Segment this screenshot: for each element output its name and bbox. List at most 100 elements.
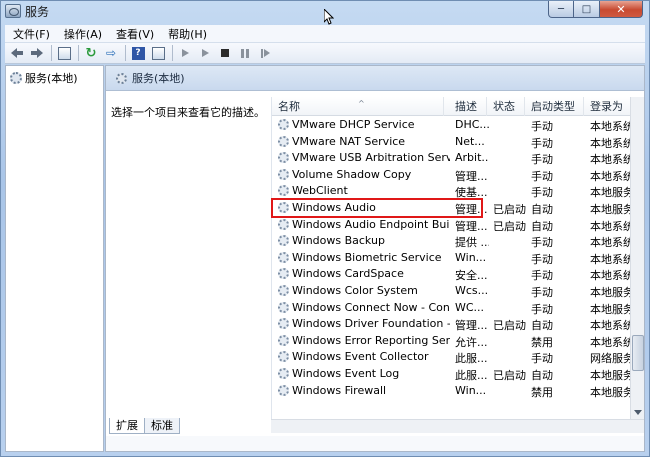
menu-view[interactable]: 查看(V) [108,26,160,42]
service-description: Wcs... [455,283,489,297]
restart-service-icon[interactable] [257,45,273,61]
service-startup-type: 自动 [531,319,553,333]
service-logon-as: 本地系统 [590,252,634,266]
scrollbar-thumb[interactable] [632,335,644,371]
service-name-cell: Windows Color System [278,284,450,297]
service-startup-type: 禁用 [531,335,553,349]
service-name-cell: Windows Event Log [278,367,450,380]
vertical-scrollbar[interactable] [630,97,644,419]
service-gear-icon [278,367,289,379]
service-status: 已启动 [493,202,526,216]
service-name: Windows Error Reporting Service [292,333,450,347]
column-header-description[interactable]: 描述 [449,97,487,116]
service-gear-icon [278,334,289,346]
service-startup-type: 手动 [531,352,553,366]
service-startup-type: 禁用 [531,385,553,399]
column-header-logon-as[interactable]: 登录为 [584,97,632,116]
pane-header-title: 服务(本地) [132,72,185,85]
help-icon[interactable]: ? [130,45,146,61]
service-status: 已启动 [493,219,526,233]
service-name: Windows Backup [292,234,385,248]
close-button[interactable]: ✕ [600,1,643,18]
start-service-alt-icon[interactable] [197,45,213,61]
pane-header: 服务(本地) [106,66,644,91]
service-name: Windows Firewall [292,383,387,397]
stop-service-icon[interactable] [217,45,233,61]
service-row[interactable]: Windows CardSpace 安全... 手动 本地系统 [272,266,634,283]
service-gear-icon [278,284,289,296]
service-name: VMware DHCP Service [292,118,415,131]
service-description: Win... [455,250,487,264]
service-description: 管理... [455,219,488,233]
service-name-cell: VMware DHCP Service [278,118,450,131]
service-startup-type: 手动 [531,269,553,283]
tab-extended[interactable]: 扩展 [109,418,145,434]
service-name-cell: Windows Audio Endpoint Builder [278,218,450,231]
service-name: Windows Connect Now - Config... [292,300,450,314]
start-service-icon[interactable] [177,45,193,61]
horizontal-scrollbar[interactable] [271,419,644,433]
column-header-name[interactable]: 名称 ^ [272,97,444,116]
service-name: Windows Driver Foundation - U... [292,317,450,331]
menu-action[interactable]: 操作(A) [56,26,108,42]
service-row[interactable]: Windows Connect Now - Config... WC... 手动 本地… [272,300,634,317]
menu-bar: 文件(F) 操作(A) 查看(V) 帮助(H) [5,25,645,43]
toolbar-separator [172,45,173,61]
service-row[interactable]: Windows Firewall Win... 禁用 本地服务 [272,383,634,400]
service-row[interactable]: VMware DHCP Service DHC... 手动 本地系统 [272,117,634,134]
menu-file[interactable]: 文件(F) [5,26,56,42]
service-gear-icon [278,235,289,247]
window-title: 服务 [25,4,50,19]
service-name: WebClient [292,184,348,198]
service-description: 管理... [455,169,488,183]
maximize-button[interactable]: □ [574,1,600,18]
toolbar-separator [51,45,52,61]
refresh-icon[interactable]: ↻ [83,45,99,61]
service-description: Arbit... [455,151,489,165]
service-row[interactable]: Windows Audio 管理... 已启动 自动 本地服务 [272,200,634,217]
service-row[interactable]: Windows Driver Foundation - U... 管理... 已启动… [272,316,634,333]
service-row[interactable]: Windows Audio Endpoint Builder 管理... 已启动自动… [272,217,634,234]
menu-help[interactable]: 帮助(H) [160,26,213,42]
export-icon[interactable]: ⇨ [103,45,119,61]
forward-arrow-icon[interactable] [29,45,45,61]
scroll-down-arrow-icon[interactable] [634,410,642,415]
console-tree-icon[interactable] [56,45,72,61]
service-row[interactable]: Windows Color System Wcs... 手动 本地服务 [272,283,634,300]
service-status: 已启动 [493,319,526,333]
back-arrow-icon[interactable] [9,45,25,61]
service-name: VMware USB Arbitration Service [292,151,450,165]
service-description: 此服... [455,368,488,382]
column-header-startup-type[interactable]: 启动类型 [525,97,584,116]
service-row[interactable]: VMware USB Arbitration Service Arbit... 手动… [272,150,634,167]
service-row[interactable]: VMware NAT Service Net... 手动 本地系统 [272,134,634,151]
service-row[interactable]: Windows Biometric Service Win... 手动 本地系统 [272,250,634,267]
service-row[interactable]: WebClient 使基... 手动 本地服务 [272,183,634,200]
column-header-status[interactable]: 状态 [487,97,525,116]
service-row[interactable]: Windows Error Reporting Service 允许... 禁用 本地… [272,333,634,350]
service-row[interactable]: Volume Shadow Copy 管理... 手动 本地系统 [272,167,634,184]
service-row[interactable]: Windows Backup 提供 ... 手动 本地系统 [272,233,634,250]
tree-item-services-local[interactable]: 服务(本地) [10,70,78,86]
services-pane: 服务(本地) 选择一个项目来查看它的描述。 名称 ^ 描述 状态 启动类型 登录… [105,65,645,452]
properties-icon[interactable] [150,45,166,61]
status-bar [106,436,644,451]
tab-standard[interactable]: 标准 [144,418,180,434]
services-list: 名称 ^ 描述 状态 启动类型 登录为 VMware DHCP Service D… [271,97,644,419]
service-startup-type: 手动 [531,136,553,150]
pause-service-icon[interactable] [237,45,253,61]
service-gear-icon [278,201,289,213]
service-startup-type: 自动 [531,368,553,382]
service-row[interactable]: Windows Event Log 此服... 已启动 自动 本地服务 [272,366,634,383]
service-description: DHC... [455,118,489,131]
service-description: Win... [455,383,487,397]
service-name-cell: Windows Driver Foundation - U... [278,317,450,330]
service-logon-as: 本地服务 [590,285,634,299]
minimize-button[interactable]: ─ [548,1,574,18]
service-description: 管理... [455,202,488,216]
service-logon-as: 本地服务 [590,186,634,200]
service-description: 提供 ... [455,236,489,250]
service-startup-type: 手动 [531,285,553,299]
service-row[interactable]: Windows Event Collector 此服... 手动 网络服务 [272,349,634,366]
toolbar-separator [78,45,79,61]
